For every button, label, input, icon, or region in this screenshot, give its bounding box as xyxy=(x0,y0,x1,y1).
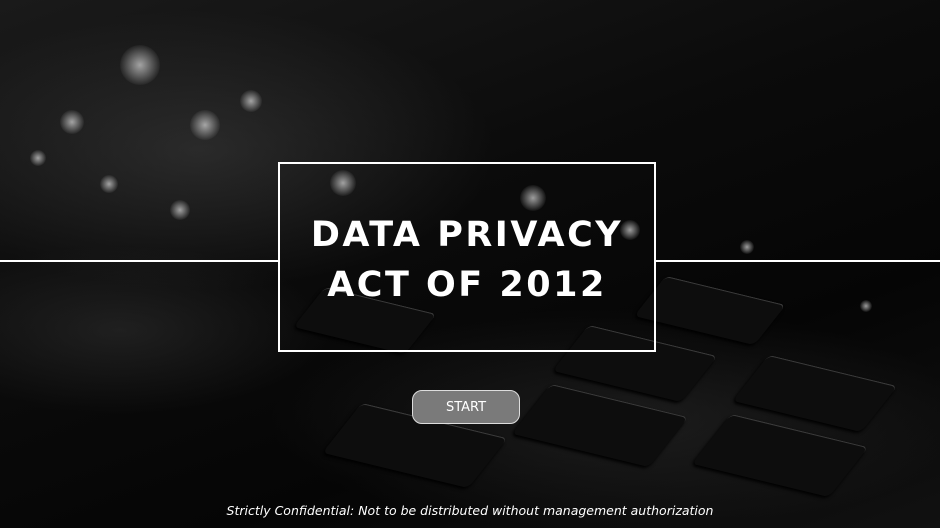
start-button[interactable]: START xyxy=(412,390,520,424)
title-frame: DATA PRIVACY ACT OF 2012 xyxy=(278,162,656,352)
title-line-1: DATA PRIVACY xyxy=(310,215,624,255)
confidentiality-notice: Strictly Confidential: Not to be distrib… xyxy=(226,503,714,518)
divider-line-left xyxy=(0,260,278,262)
divider-line-right xyxy=(656,260,940,262)
slide-title: DATA PRIVACY ACT OF 2012 xyxy=(311,210,623,310)
title-line-2: ACT OF 2012 xyxy=(327,265,607,305)
